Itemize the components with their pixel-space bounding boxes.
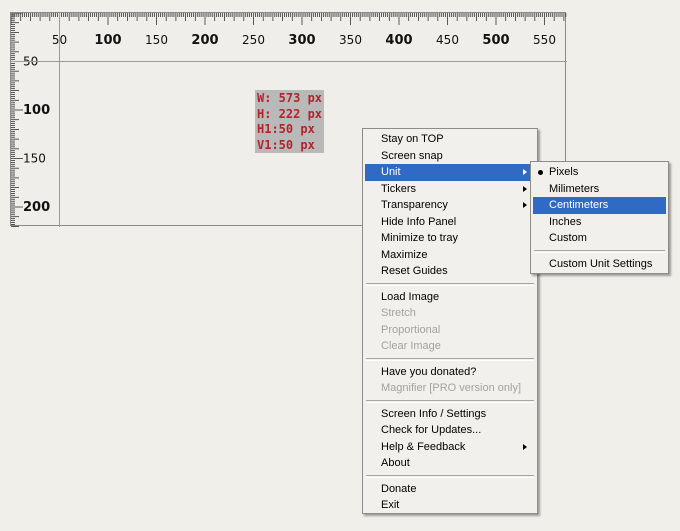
menu-item-label: Hide Info Panel bbox=[381, 215, 457, 228]
menu-item-label: Maximize bbox=[381, 248, 428, 261]
menu-item-label: Clear Image bbox=[381, 340, 441, 352]
menu-item-proportional: Proportional bbox=[365, 322, 535, 339]
menu-item-about[interactable]: About bbox=[365, 455, 535, 472]
menu-item-reset-guides[interactable]: Reset Guides bbox=[365, 263, 535, 280]
menu-item-label: Tickers bbox=[381, 182, 417, 195]
menu-item-label: Help & Feedback bbox=[381, 440, 466, 453]
info-panel: W: 573 px H: 222 px H1:50 px V1:50 px bbox=[255, 90, 324, 153]
ruler-tick-label-x: 450 bbox=[436, 33, 459, 47]
menu-separator bbox=[366, 399, 534, 403]
submenu-item-label: Pixels bbox=[549, 166, 579, 178]
menu-item-check-for-updates[interactable]: Check for Updates... bbox=[365, 422, 535, 439]
menu-separator bbox=[366, 357, 534, 361]
menu-item-tickers[interactable]: Tickers bbox=[365, 181, 535, 198]
submenu-item-label: Milimeters bbox=[549, 182, 600, 195]
ruler-tick-label-x: 150 bbox=[145, 33, 168, 47]
ruler-tick-label-x: 550 bbox=[533, 33, 556, 47]
menu-item-label: Donate bbox=[381, 482, 417, 495]
submenu-item-centimeters[interactable]: Centimeters bbox=[533, 197, 666, 214]
submenu-item-custom-unit-settings[interactable]: Custom Unit Settings bbox=[533, 256, 666, 273]
submenu-item-label: Custom Unit Settings bbox=[549, 257, 653, 270]
ruler-tick-label-y: 150 bbox=[23, 152, 46, 166]
menu-item-help-feedback[interactable]: Help & Feedback bbox=[365, 439, 535, 456]
menu-item-stay-on-top[interactable]: Stay on TOP bbox=[365, 131, 535, 148]
menu-item-maximize[interactable]: Maximize bbox=[365, 247, 535, 264]
menu-item-clear-image: Clear Image bbox=[365, 338, 535, 355]
ruler-tick-label-x: 300 bbox=[288, 33, 315, 48]
context-menu: Stay on TOP Screen snap Unit Tickers Tra… bbox=[362, 128, 538, 514]
menu-item-screen-info-settings[interactable]: Screen Info / Settings bbox=[365, 406, 535, 423]
menu-separator bbox=[366, 282, 534, 286]
submenu-arrow-icon bbox=[523, 202, 527, 208]
menu-item-label: Stretch bbox=[381, 307, 416, 319]
info-v1: V1:50 px bbox=[257, 137, 315, 152]
ruler-tick-label-x: 350 bbox=[339, 33, 362, 47]
menu-item-label: Have you donated? bbox=[381, 365, 477, 378]
ruler-tick-label-x: 200 bbox=[191, 33, 218, 48]
menu-item-label: About bbox=[381, 457, 410, 469]
submenu-item-label: Inches bbox=[549, 215, 582, 228]
menu-item-screen-snap[interactable]: Screen snap bbox=[365, 148, 535, 165]
info-width: W: 573 px bbox=[257, 91, 323, 105]
menu-separator bbox=[534, 249, 665, 253]
menu-item-label: Stay on TOP bbox=[381, 133, 444, 145]
menu-item-stretch: Stretch bbox=[365, 305, 535, 322]
menu-item-label: Minimize to tray bbox=[381, 232, 459, 244]
menu-item-magnifier: Magnifier [PRO version only] bbox=[365, 380, 535, 397]
menu-item-have-you-donated[interactable]: Have you donated? bbox=[365, 364, 535, 381]
ruler-tick-label-x: 250 bbox=[242, 33, 265, 47]
menu-item-label: Reset Guides bbox=[381, 265, 448, 277]
menu-item-label: Transparency bbox=[381, 199, 448, 211]
submenu-item-pixels[interactable]: Pixels bbox=[533, 164, 666, 181]
submenu-arrow-icon bbox=[523, 443, 527, 450]
menu-item-hide-info-panel[interactable]: Hide Info Panel bbox=[365, 214, 535, 231]
menu-item-label: Load Image bbox=[381, 290, 440, 303]
info-height: H: 222 px bbox=[257, 106, 323, 121]
ruler-tick-label-y: 100 bbox=[23, 103, 50, 118]
menu-item-label: Proportional bbox=[381, 323, 441, 336]
submenu-item-label: Custom bbox=[549, 232, 587, 244]
menu-item-label: Unit bbox=[381, 166, 401, 178]
submenu-item-milimeters[interactable]: Milimeters bbox=[533, 181, 666, 198]
menu-item-label: Magnifier [PRO version only] bbox=[381, 382, 521, 394]
menu-item-label: Exit bbox=[381, 499, 400, 511]
submenu-item-custom[interactable]: Custom bbox=[533, 230, 666, 247]
menu-item-load-image[interactable]: Load Image bbox=[365, 289, 535, 306]
selected-bullet-icon bbox=[538, 170, 543, 175]
menu-item-label: Screen Info / Settings bbox=[381, 407, 487, 420]
submenu-item-label: Centimeters bbox=[549, 199, 609, 211]
menu-separator bbox=[366, 474, 534, 478]
submenu-arrow-icon bbox=[523, 185, 527, 192]
submenu-item-inches[interactable]: Inches bbox=[533, 214, 666, 231]
ruler-tick-label-y: 200 bbox=[23, 200, 50, 215]
info-h1: H1:50 px bbox=[257, 122, 315, 136]
menu-item-unit[interactable]: Unit bbox=[365, 164, 535, 181]
menu-item-minimize-to-tray[interactable]: Minimize to tray bbox=[365, 230, 535, 247]
submenu-arrow-icon bbox=[523, 169, 527, 175]
menu-item-donate[interactable]: Donate bbox=[365, 481, 535, 498]
menu-item-label: Check for Updates... bbox=[381, 424, 482, 436]
ruler-tick-label-x: 400 bbox=[385, 33, 412, 48]
unit-submenu: Pixels Milimeters Centimeters Inches Cus… bbox=[530, 161, 669, 274]
menu-item-exit[interactable]: Exit bbox=[365, 497, 535, 514]
menu-item-transparency[interactable]: Transparency bbox=[365, 197, 535, 214]
ruler-tick-label-x: 500 bbox=[482, 33, 509, 48]
menu-item-label: Screen snap bbox=[381, 149, 443, 162]
ruler-tick-label-x: 100 bbox=[94, 33, 121, 48]
